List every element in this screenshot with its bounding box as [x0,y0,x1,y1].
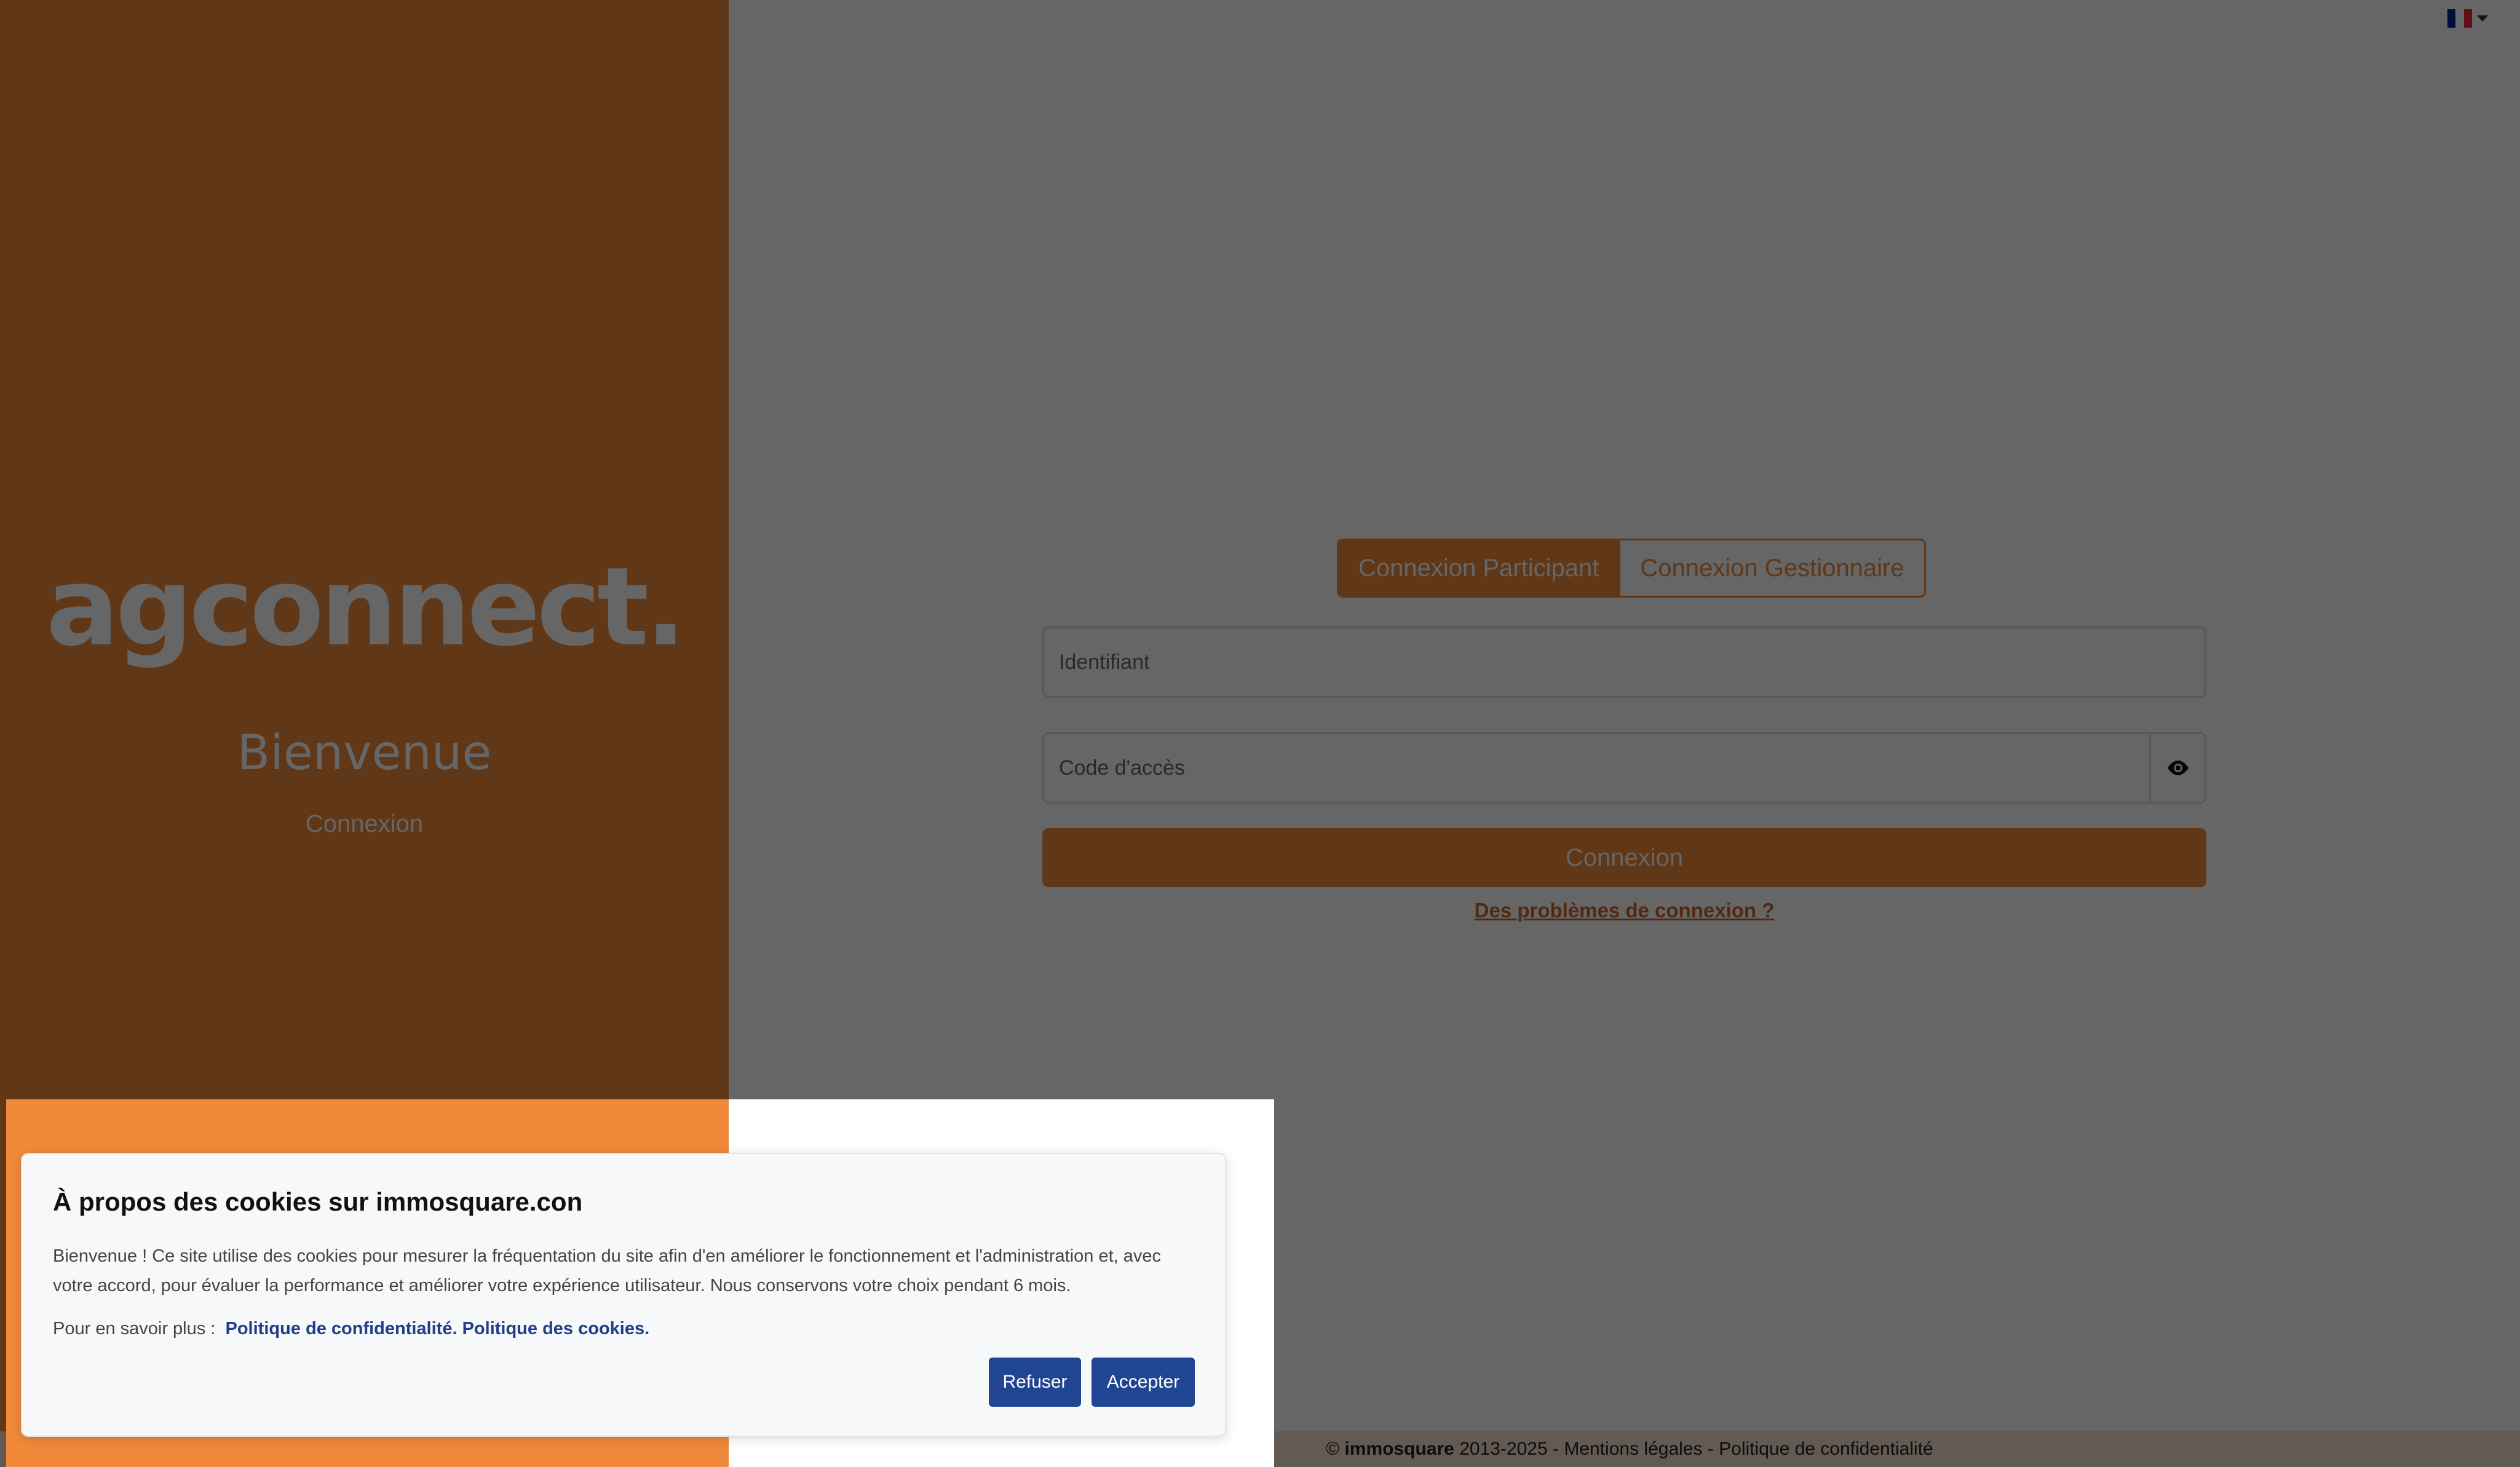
accept-cookies-button[interactable]: Accepter [1092,1358,1195,1407]
login-help-link[interactable]: Des problèmes de connexion ? [1042,899,2206,922]
language-selector[interactable] [2447,9,2490,28]
footer-separator: - [1707,1439,1714,1459]
chevron-down-icon [2477,15,2488,22]
login-button[interactable]: Connexion [1042,828,2206,887]
identifier-field [1042,627,2206,698]
welcome-heading: Bienvenue [237,726,492,781]
brand-block: agconnect. Bienvenue Connexion [0,544,729,837]
login-subtitle: Connexion [305,810,424,837]
cookie-description: Bienvenue ! Ce site utilise des cookies … [53,1246,1162,1295]
learn-more-label: Pour en savoir plus : [53,1319,216,1338]
footer-text: © immosquare 2013-2025 - Mentions légale… [1326,1439,1933,1460]
cookie-learn-more: Pour en savoir plus : Politique de confi… [53,1314,649,1343]
show-password-button[interactable] [2149,734,2205,802]
footer-years: 2013-2025 [1459,1439,1548,1459]
tab-participant[interactable]: Connexion Participant [1339,540,1619,596]
cookie-policy-link[interactable]: Politique des cookies. [462,1319,650,1338]
footer-company: immosquare [1344,1439,1454,1459]
eye-icon [2167,761,2189,775]
copyright-symbol: © [1326,1439,1340,1459]
tab-gestionnaire[interactable]: Connexion Gestionnaire [1619,540,1924,596]
password-field [1042,732,2206,804]
refuse-cookies-button[interactable]: Refuser [989,1358,1081,1407]
password-input[interactable] [1044,734,2149,802]
agconnect-logo: agconnect. [46,544,686,670]
legal-notice-link[interactable]: Mentions légales [1564,1439,1702,1459]
privacy-policy-link[interactable]: Politique de confidentialité. [225,1319,457,1338]
footer-separator: - [1553,1439,1559,1459]
fr-flag-icon [2447,9,2472,28]
identifier-input[interactable] [1044,628,2205,696]
login-type-tabs: Connexion Participant Connexion Gestionn… [1337,539,1926,598]
footer-privacy-link[interactable]: Politique de confidentialité [1719,1439,1933,1459]
cookie-title: À propos des cookies sur immosquare.con [53,1187,583,1216]
